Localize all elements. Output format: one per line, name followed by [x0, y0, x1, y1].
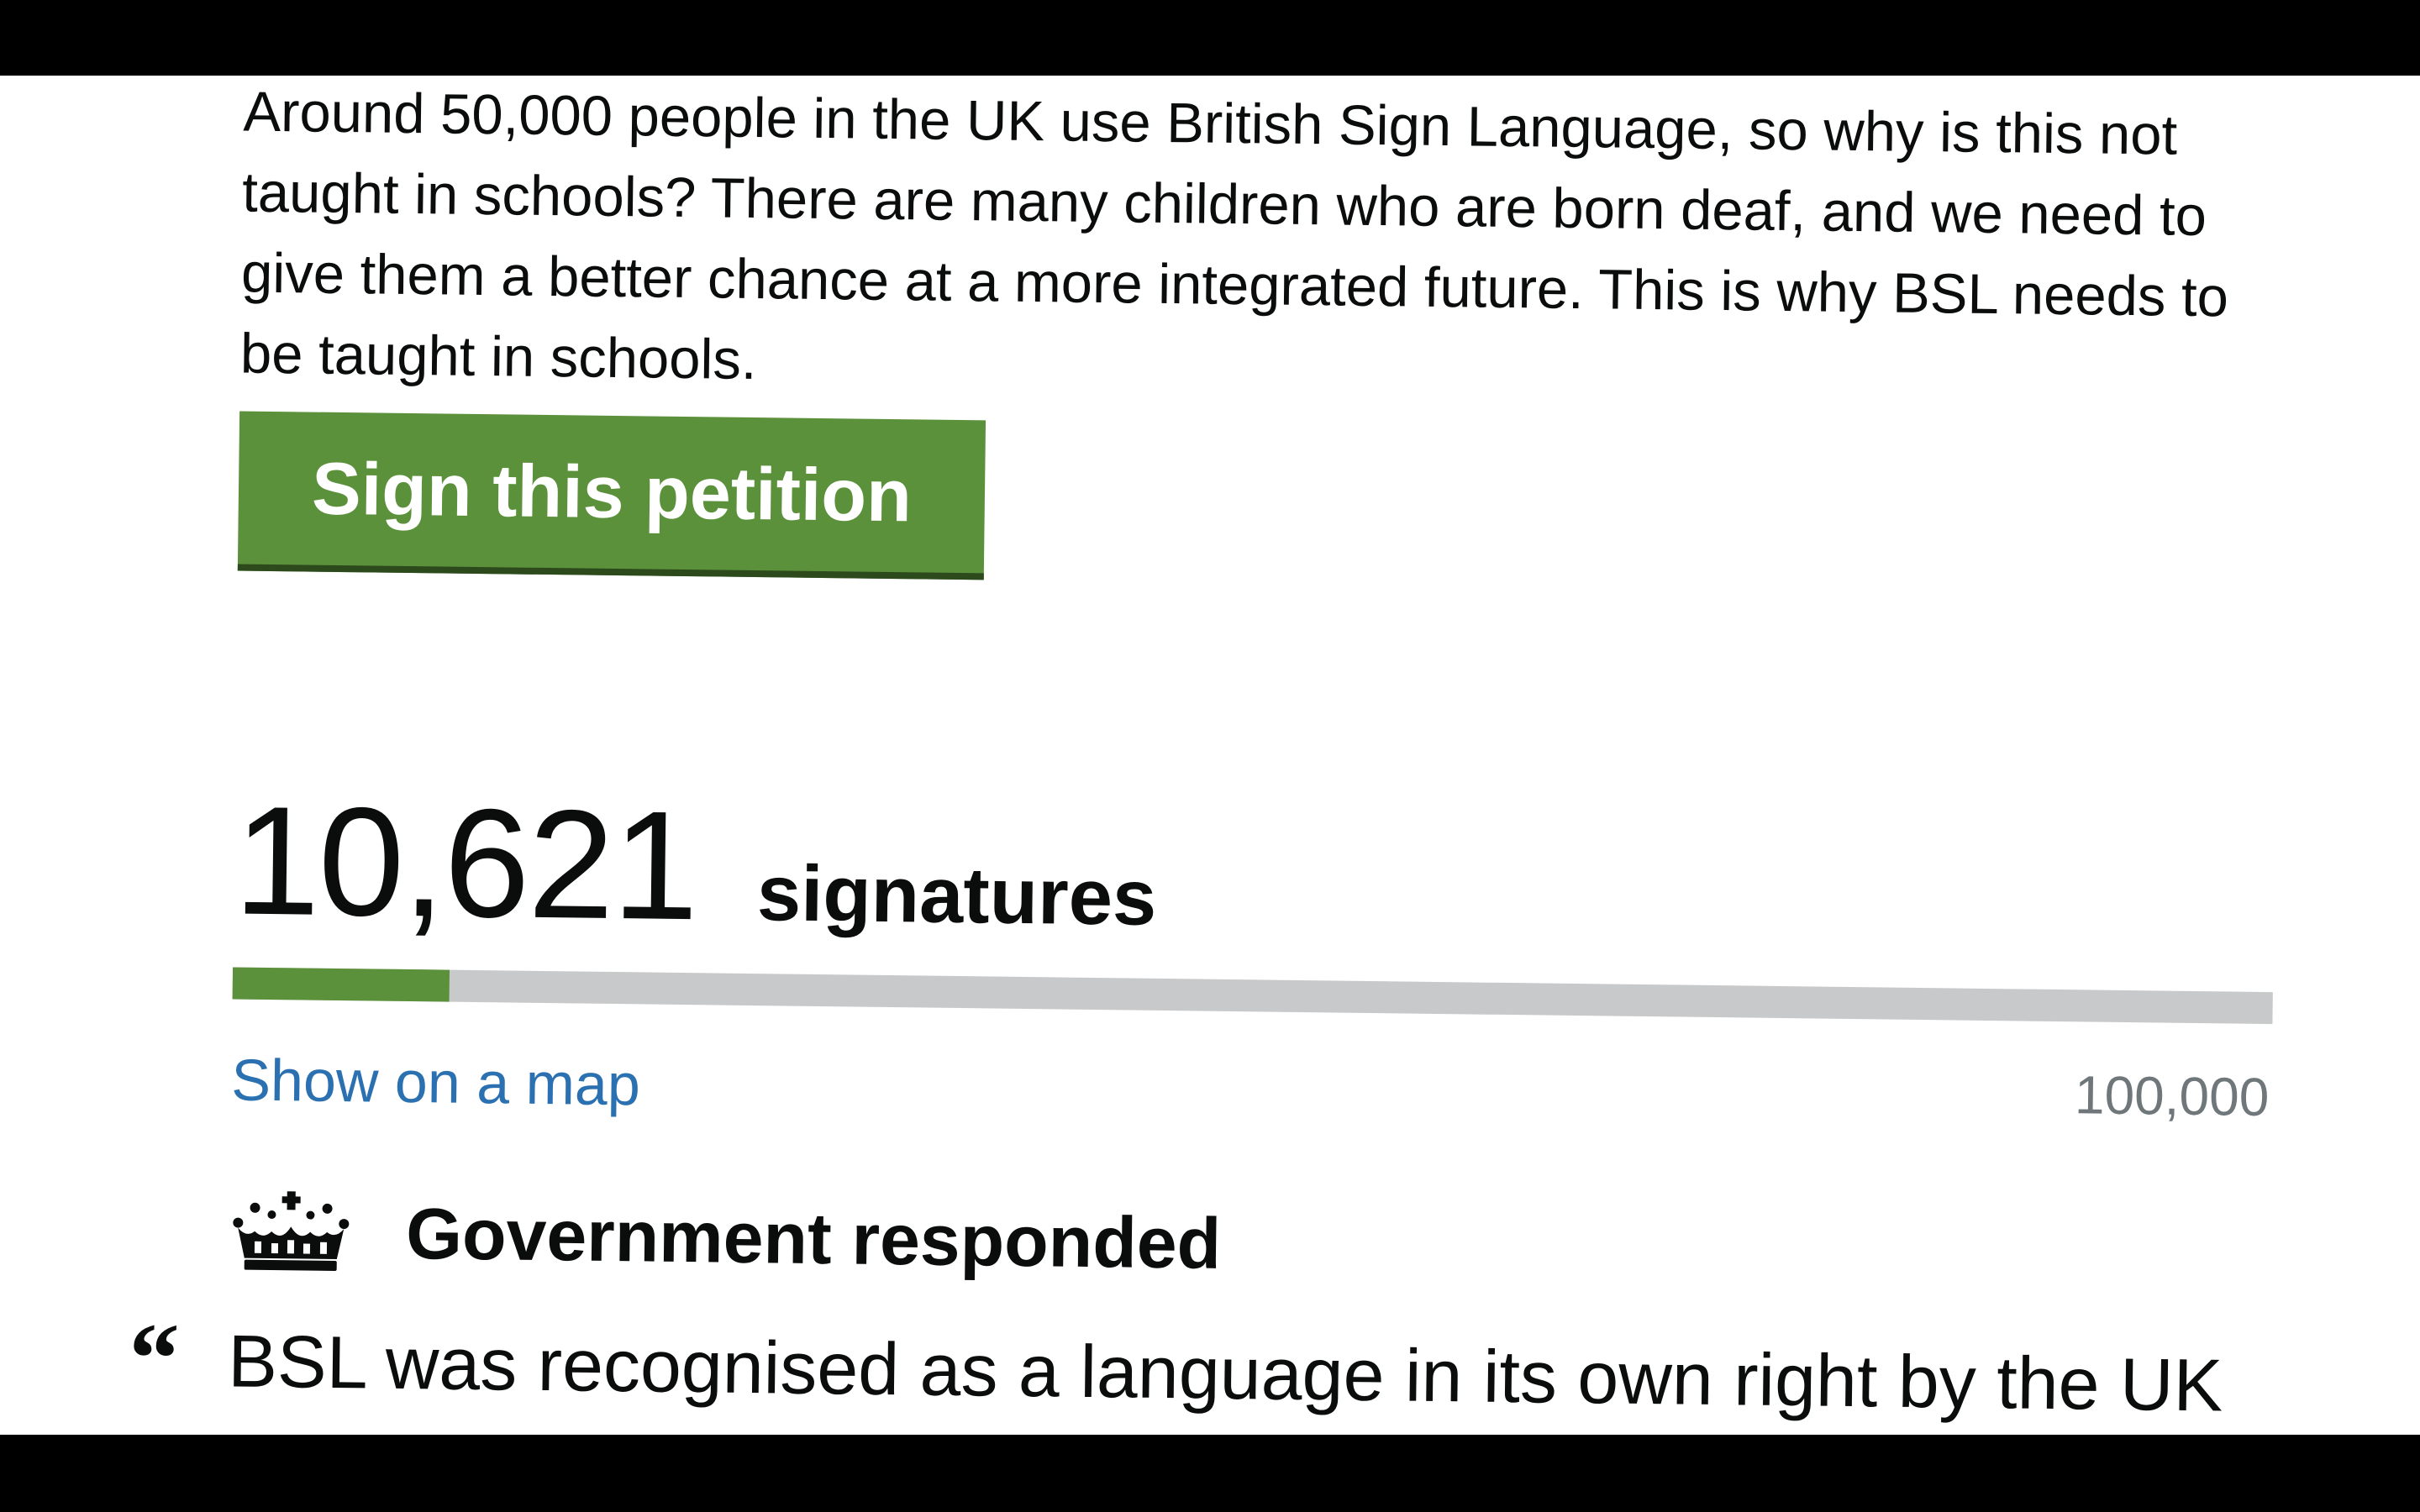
- petition-page: Around 50,000 people in the UK use Briti…: [0, 76, 2420, 1435]
- government-response-text: BSL was recognised as a language in its …: [226, 1319, 2223, 1435]
- petition-content: Around 50,000 people in the UK use Briti…: [0, 76, 2420, 1435]
- quote-mark: “: [128, 1301, 181, 1415]
- crown-icon: [229, 1189, 353, 1276]
- government-response-header: Government responded: [229, 1189, 1222, 1286]
- show-on-map-link[interactable]: Show on a map: [231, 1046, 640, 1118]
- government-responded-heading: Government responded: [405, 1193, 1222, 1284]
- petition-description: Around 50,000 people in the UK use Briti…: [239, 80, 2229, 392]
- signature-goal: 100,000: [2074, 1064, 2270, 1128]
- signature-progress-fill: [232, 967, 450, 1002]
- signature-count: 10,621 signatures: [233, 773, 1157, 953]
- sign-petition-button[interactable]: Sign this petition: [237, 411, 986, 580]
- signature-count-label: signatures: [756, 848, 1157, 942]
- signature-count-number: 10,621: [233, 773, 698, 953]
- signature-progress-bar: [232, 967, 2273, 1025]
